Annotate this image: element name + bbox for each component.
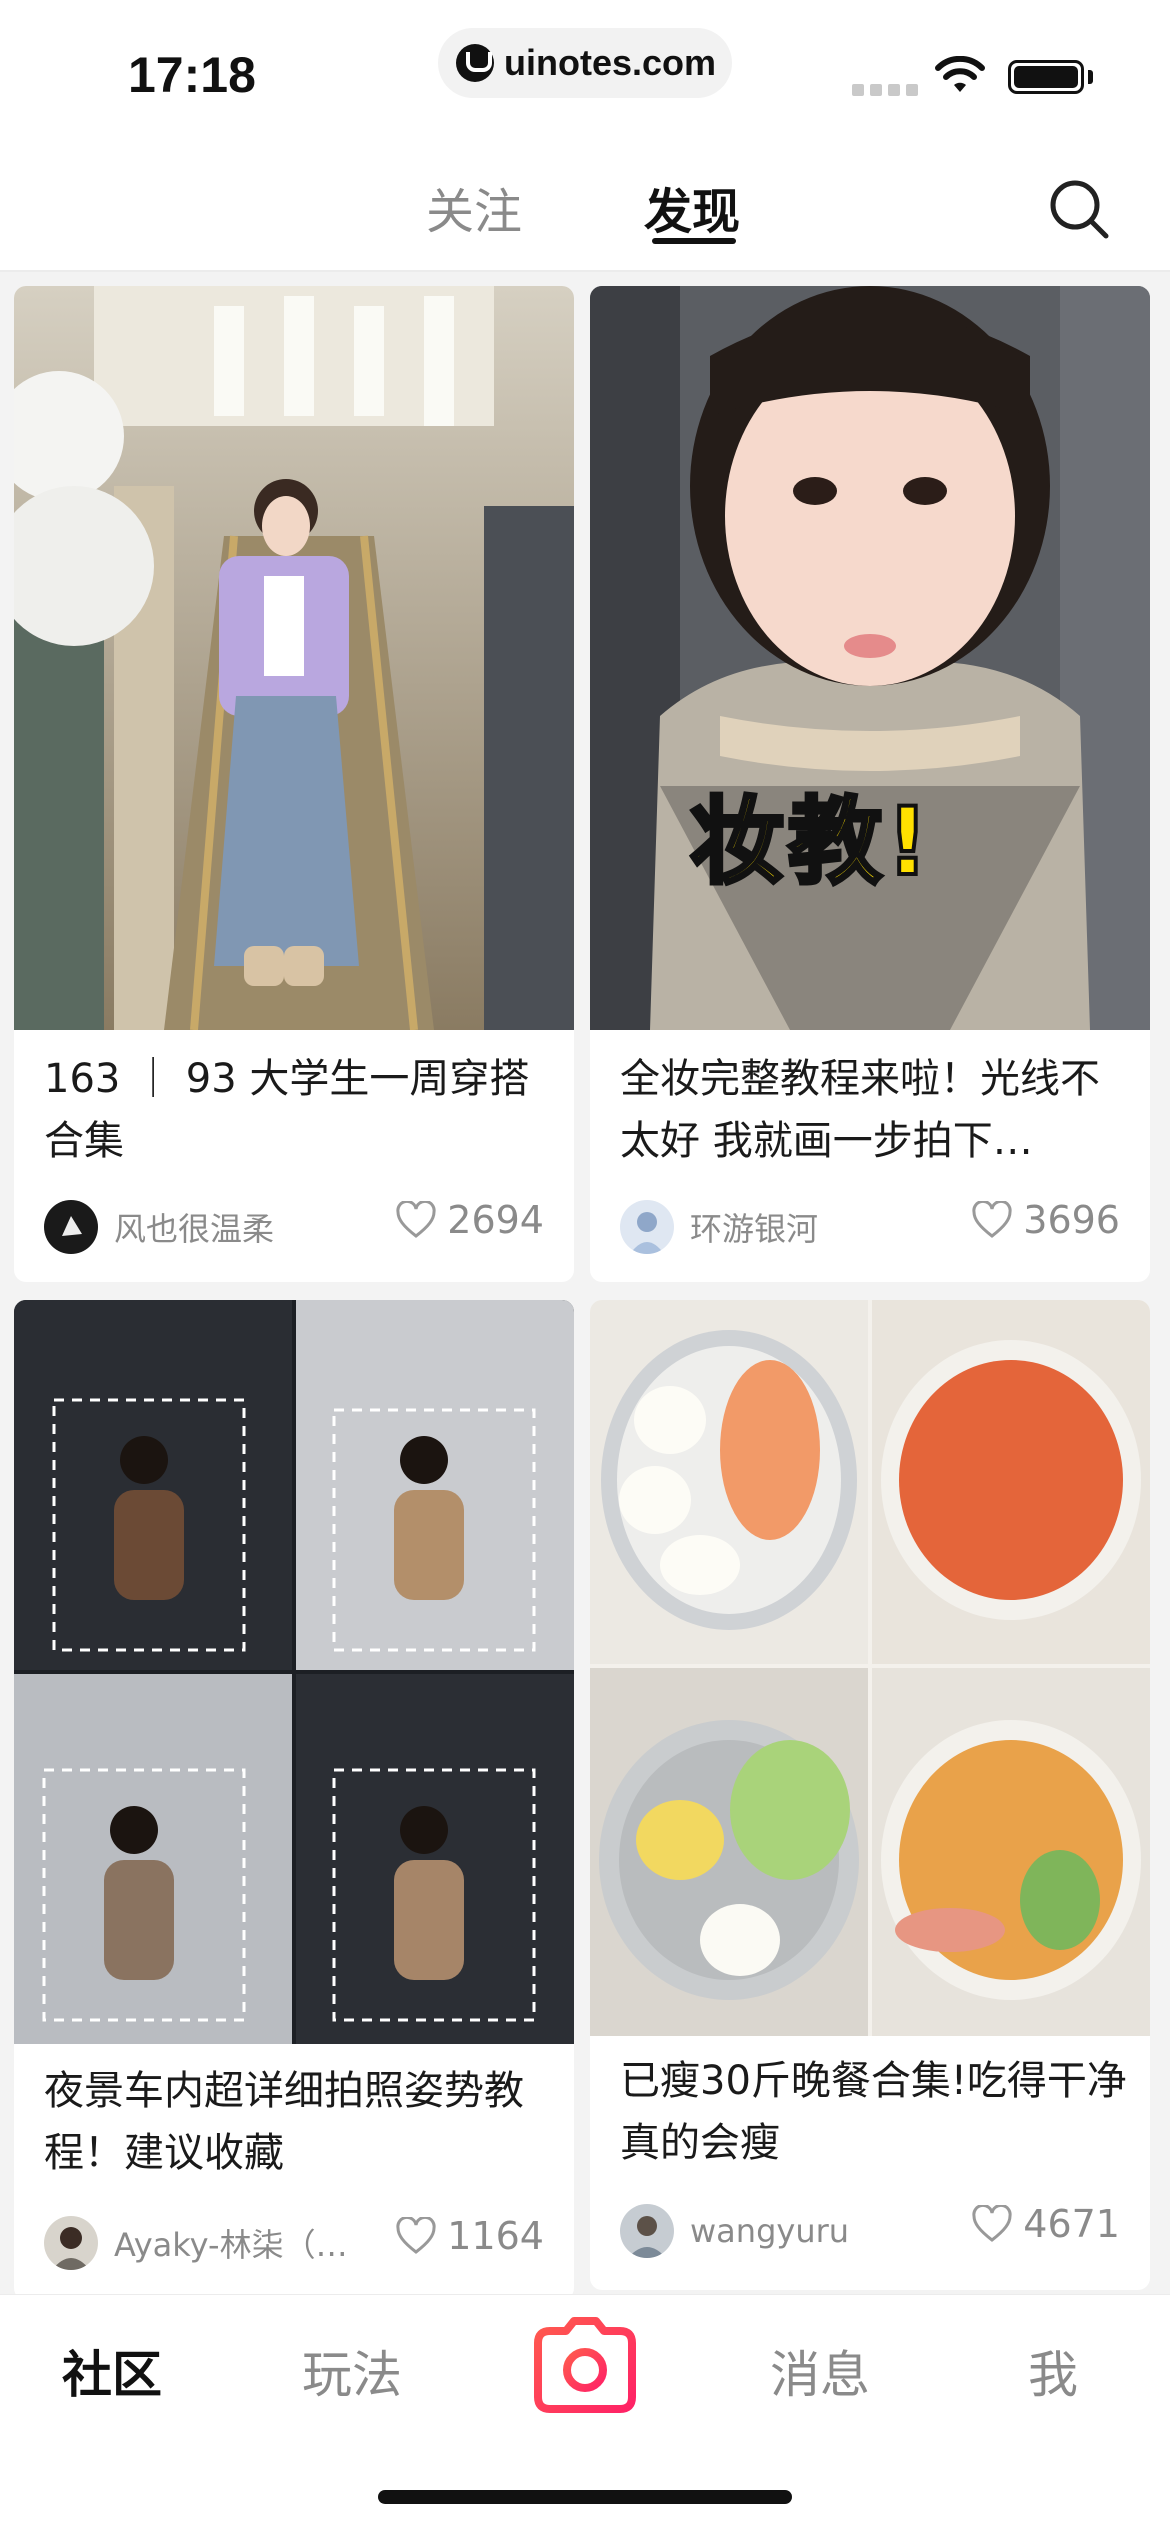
card-title: 夜景车内超详细拍照姿势教程！建议收藏 — [44, 2068, 524, 2176]
search-icon[interactable] — [1046, 176, 1112, 242]
avatar — [620, 1200, 674, 1254]
heart-icon — [396, 2217, 436, 2254]
like-button[interactable]: 4671 — [971, 2202, 1120, 2246]
like-button[interactable]: 2694 — [395, 1198, 544, 1242]
home-indicator[interactable] — [378, 2490, 792, 2504]
url-text: uinotes.com — [504, 42, 717, 83]
avatar — [44, 1200, 98, 1254]
like-count: 4671 — [1023, 2202, 1120, 2246]
tab-discover[interactable]: 发现 — [644, 172, 740, 242]
top-navigation: 关注 发现 — [0, 132, 1170, 272]
nav-messages[interactable]: 消息 — [770, 2335, 870, 2407]
feed-card[interactable]: 163 ｜ 93 大学生一周穿搭合集 风也很温柔 2694 — [14, 286, 574, 1282]
avatar — [44, 2216, 98, 2270]
tab-follow[interactable]: 关注 — [426, 172, 522, 242]
discover-feed: 163 ｜ 93 大学生一周穿搭合集 风也很温柔 2694 妆教! 全妆完整教程… — [0, 274, 1170, 2294]
card-cover-image — [14, 286, 574, 1030]
status-bar: 17:18 uinotes.com — [0, 0, 1170, 132]
nav-community[interactable]: 社区 — [62, 2335, 162, 2407]
camera-icon[interactable] — [534, 2317, 636, 2413]
card-title: 全妆完整教程来啦！光线不太好 我就画一步拍下… — [620, 1056, 1100, 1164]
heart-icon — [972, 2205, 1012, 2242]
card-author[interactable]: 环游银河 — [620, 1200, 818, 1254]
url-pill[interactable]: uinotes.com — [438, 28, 732, 98]
active-tab-indicator — [652, 238, 736, 244]
card-author[interactable]: wangyuru — [620, 2204, 849, 2258]
battery-cap — [1088, 70, 1093, 84]
card-author[interactable]: Ayaky-林柒（… — [44, 2216, 348, 2270]
app-screen: 17:18 uinotes.com 关注 发现 163 ｜ 93 大学生一周穿搭… — [0, 0, 1170, 2532]
card-title: 163 ｜ 93 大学生一周穿搭合集 — [44, 1056, 530, 1164]
cover-overlay-text: 妆教! — [688, 786, 933, 899]
like-count: 3696 — [1023, 1198, 1120, 1242]
like-button[interactable]: 3696 — [971, 1198, 1120, 1242]
author-name: Ayaky-林柒（… — [114, 2226, 348, 2264]
status-time: 17:18 — [128, 47, 256, 103]
feed-card[interactable]: 夜景车内超详细拍照姿势教程！建议收藏 Ayaky-林柒（… 1164 — [14, 1300, 574, 2294]
feed-card[interactable]: 已瘦30斤晚餐合集!吃得干净真的会瘦 wangyuru 4671 — [590, 1300, 1150, 2290]
card-cover-image: 妆教! — [590, 286, 1150, 1030]
card-cover-image — [14, 1300, 574, 2044]
cellular-signal-icon — [852, 84, 918, 96]
site-logo-icon — [456, 44, 494, 82]
avatar — [620, 2204, 674, 2258]
nav-play[interactable]: 玩法 — [302, 2335, 402, 2407]
nav-me[interactable]: 我 — [1028, 2335, 1078, 2407]
card-title: 已瘦30斤晚餐合集!吃得干净真的会瘦 — [620, 2058, 1127, 2166]
like-button[interactable]: 1164 — [395, 2214, 544, 2258]
heart-icon — [972, 1201, 1012, 1238]
author-name: 风也很温柔 — [114, 1210, 275, 1248]
feed-card[interactable]: 妆教! 全妆完整教程来啦！光线不太好 我就画一步拍下… 环游银河 3696 — [590, 286, 1150, 1282]
heart-icon — [396, 1201, 436, 1238]
card-author[interactable]: 风也很温柔 — [44, 1200, 274, 1254]
wifi-icon — [935, 56, 985, 92]
like-count: 2694 — [447, 1198, 544, 1242]
battery-icon — [1008, 60, 1084, 94]
author-name: wangyuru — [690, 2212, 850, 2250]
card-cover-image — [590, 1300, 1150, 2036]
like-count: 1164 — [447, 2214, 544, 2258]
author-name: 环游银河 — [690, 1210, 819, 1248]
